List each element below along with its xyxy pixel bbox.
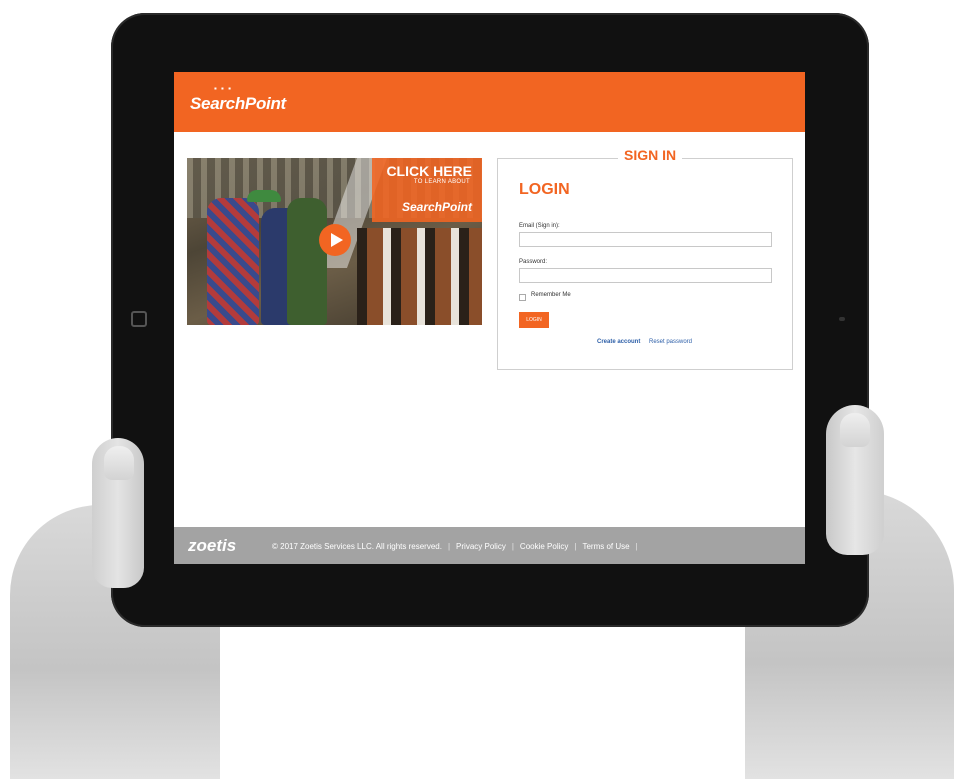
left-thumb bbox=[92, 438, 144, 588]
person-3 bbox=[287, 198, 327, 325]
video-thumbnail[interactable]: CLICK HERE TO LEARN ABOUT SearchPoint bbox=[187, 158, 482, 325]
learn-about-text: TO LEARN ABOUT bbox=[413, 179, 470, 185]
login-button[interactable]: LOGIN bbox=[519, 312, 549, 328]
login-heading: LOGIN bbox=[519, 181, 570, 198]
video-logo-text: SearchPoint bbox=[401, 200, 472, 214]
right-thumb bbox=[826, 405, 884, 555]
home-button[interactable] bbox=[131, 311, 147, 327]
separator: | bbox=[574, 542, 577, 551]
searchpoint-logo[interactable]: ▪ ▪ ▪ SearchPoint bbox=[190, 84, 286, 114]
copyright-text: © 2017 Zoetis Services LLC. All rights r… bbox=[272, 542, 442, 551]
zoetis-logo[interactable]: zoetis bbox=[188, 536, 236, 556]
thumbnail-nail bbox=[104, 446, 134, 480]
footer-links: © 2017 Zoetis Services LLC. All rights r… bbox=[272, 542, 644, 551]
remember-me-checkbox[interactable] bbox=[519, 294, 526, 301]
separator: | bbox=[447, 542, 451, 551]
thumbnail-nail bbox=[840, 413, 870, 447]
camera-icon bbox=[839, 317, 845, 321]
terms-of-use-link[interactable]: Terms of Use bbox=[582, 542, 629, 551]
tablet-screen: ▪ ▪ ▪ SearchPoint CLICK HERE TO LEARN AB… bbox=[174, 72, 805, 564]
logo-dots-icon: ▪ ▪ ▪ bbox=[214, 84, 232, 93]
cookie-policy-link[interactable]: Cookie Policy bbox=[520, 542, 568, 551]
reset-password-link[interactable]: Reset password bbox=[649, 339, 692, 345]
privacy-policy-link[interactable]: Privacy Policy bbox=[456, 542, 506, 551]
cows-image bbox=[357, 228, 482, 325]
person-1 bbox=[207, 198, 259, 325]
separator: | bbox=[635, 542, 638, 551]
header-bar: ▪ ▪ ▪ SearchPoint bbox=[174, 72, 805, 132]
signin-title: SIGN IN bbox=[618, 147, 683, 163]
separator: | bbox=[511, 542, 514, 551]
password-label: Password: bbox=[519, 259, 548, 265]
cap bbox=[247, 190, 281, 202]
email-field[interactable] bbox=[519, 232, 772, 247]
click-here-text: CLICK HERE bbox=[386, 163, 472, 179]
remember-me-label: Remember Me bbox=[531, 292, 571, 298]
email-label: Email (Sign in): bbox=[519, 223, 560, 229]
password-field[interactable] bbox=[519, 268, 772, 283]
video-banner: CLICK HERE TO LEARN ABOUT SearchPoint bbox=[372, 158, 482, 222]
footer-bar: zoetis © 2017 Zoetis Services LLC. All r… bbox=[174, 527, 805, 564]
create-account-link[interactable]: Create account bbox=[597, 339, 640, 345]
logo-text: SearchPoint bbox=[190, 94, 286, 113]
signin-panel: SIGN IN LOGIN Email (Sign in): Password:… bbox=[497, 147, 793, 370]
play-icon[interactable] bbox=[319, 224, 351, 256]
